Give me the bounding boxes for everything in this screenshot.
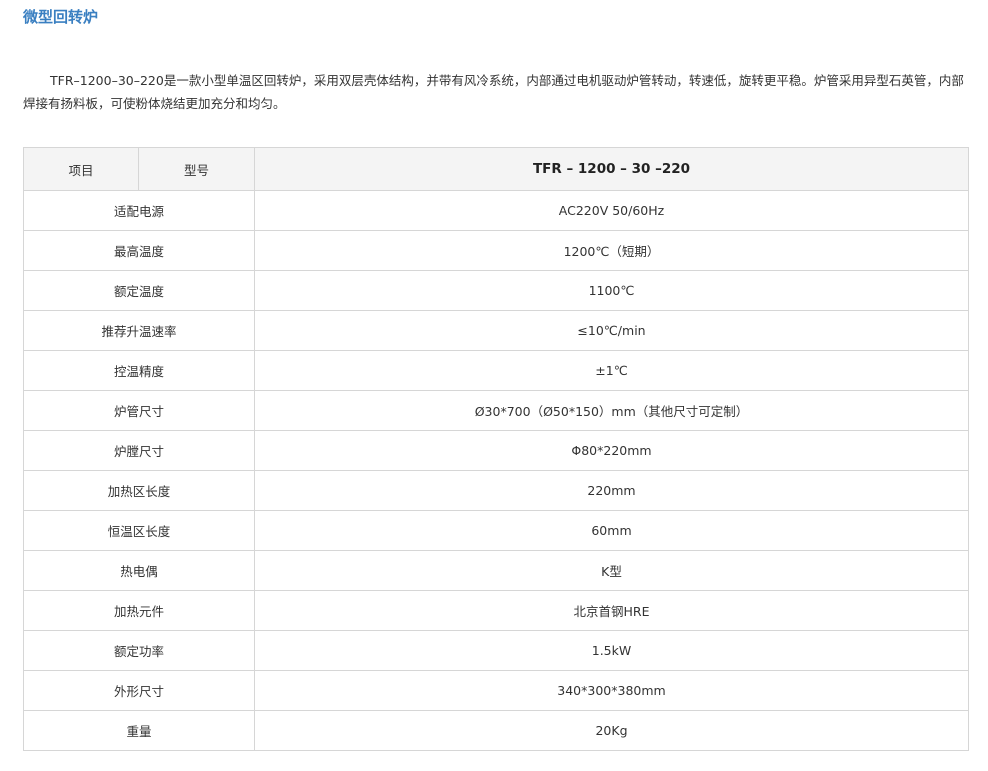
header-model-value: TFR – 1200 – 30 –220 — [254, 147, 969, 191]
row-label: 恒温区长度 — [23, 510, 255, 551]
row-value: 20Kg — [254, 710, 969, 751]
table-row: 热电偶 K型 — [23, 550, 969, 591]
header-item-label: 项目 — [23, 147, 139, 191]
table-row: 炉管尺寸 Ø30*700（Ø50*150）mm（其他尺寸可定制） — [23, 390, 969, 431]
table-header-row: 项目 型号 TFR – 1200 – 30 –220 — [23, 147, 969, 191]
row-value: K型 — [254, 550, 969, 591]
table-row: 控温精度 ±1℃ — [23, 350, 969, 391]
row-value: Ø30*700（Ø50*150）mm（其他尺寸可定制） — [254, 390, 969, 431]
row-label: 炉管尺寸 — [23, 390, 255, 431]
row-value: 340*300*380mm — [254, 670, 969, 711]
row-label: 外形尺寸 — [23, 670, 255, 711]
row-value: 1100℃ — [254, 270, 969, 311]
table-row: 炉膛尺寸 Φ80*220mm — [23, 430, 969, 471]
row-label: 控温精度 — [23, 350, 255, 391]
row-label: 加热区长度 — [23, 470, 255, 511]
row-value: ±1℃ — [254, 350, 969, 391]
row-value: Φ80*220mm — [254, 430, 969, 471]
table-row: 外形尺寸 340*300*380mm — [23, 670, 969, 711]
row-label: 重量 — [23, 710, 255, 751]
row-label: 加热元件 — [23, 590, 255, 631]
table-row: 最高温度 1200℃（短期） — [23, 230, 969, 271]
header-model-label: 型号 — [138, 147, 255, 191]
row-value: 220mm — [254, 470, 969, 511]
row-value: 60mm — [254, 510, 969, 551]
row-label: 额定功率 — [23, 630, 255, 671]
spec-table: 项目 型号 TFR – 1200 – 30 –220 适配电源 AC220V 5… — [23, 147, 969, 751]
table-row: 适配电源 AC220V 50/60Hz — [23, 190, 969, 231]
table-row: 额定温度 1100℃ — [23, 270, 969, 311]
table-row: 恒温区长度 60mm — [23, 510, 969, 551]
table-row: 重量 20Kg — [23, 710, 969, 751]
row-value: AC220V 50/60Hz — [254, 190, 969, 231]
intro-paragraph: TFR–1200–30–220是一款小型单温区回转炉，采用双层壳体结构，并带有风… — [23, 73, 964, 111]
row-label: 适配电源 — [23, 190, 255, 231]
row-label: 热电偶 — [23, 550, 255, 591]
table-row: 推荐升温速率 ≤10℃/min — [23, 310, 969, 351]
page-title: 微型回转炉 — [23, 8, 99, 26]
row-label: 推荐升温速率 — [23, 310, 255, 351]
row-label: 最高温度 — [23, 230, 255, 271]
table-row: 额定功率 1.5kW — [23, 630, 969, 671]
row-value: ≤10℃/min — [254, 310, 969, 351]
row-value: 1.5kW — [254, 630, 969, 671]
row-value: 北京首钢HRE — [254, 590, 969, 631]
row-label: 炉膛尺寸 — [23, 430, 255, 471]
table-row: 加热元件 北京首钢HRE — [23, 590, 969, 631]
table-row: 加热区长度 220mm — [23, 470, 969, 511]
row-value: 1200℃（短期） — [254, 230, 969, 271]
row-label: 额定温度 — [23, 270, 255, 311]
